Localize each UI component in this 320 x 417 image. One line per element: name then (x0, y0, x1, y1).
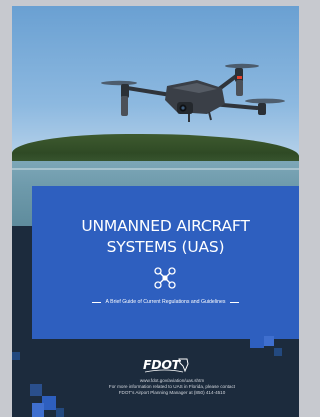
cover-title: UNMANNED AIRCRAFT SYSTEMS (UAS) (32, 216, 299, 258)
subtitle-rule-left (91, 301, 101, 303)
report-cover: UNMANNED AIRCRAFT SYSTEMS (UAS) A Brief … (12, 6, 299, 417)
decor-square (274, 348, 282, 356)
title-line-2: SYSTEMS (UAS) (106, 238, 225, 256)
decor-square (30, 384, 42, 396)
subtitle-rule-right (230, 301, 240, 303)
title-line-1: UNMANNED AIRCRAFT (81, 217, 250, 235)
florida-swoosh-icon (144, 358, 189, 373)
decor-square (12, 352, 20, 360)
footer-line-3: FDOT's Airport Planning Manager at (850)… (118, 390, 226, 395)
water-glint (12, 168, 299, 170)
decor-square (264, 336, 274, 346)
drone-icon (154, 267, 176, 289)
title-panel: UNMANNED AIRCRAFT SYSTEMS (UAS) A Brief … (32, 186, 299, 339)
decor-square (250, 334, 264, 348)
cover-subtitle: A Brief Guide of Current Regulations and… (105, 299, 226, 305)
drone-photo (101, 63, 285, 122)
fdot-logo: FDOT (143, 356, 191, 374)
subtitle-row: A Brief Guide of Current Regulations and… (32, 299, 299, 305)
decor-square (42, 396, 56, 410)
footer-contact: www.fdot.gov/aviation/uas.shtm For more … (72, 378, 272, 396)
decor-square (32, 403, 44, 417)
decor-square (56, 408, 64, 417)
